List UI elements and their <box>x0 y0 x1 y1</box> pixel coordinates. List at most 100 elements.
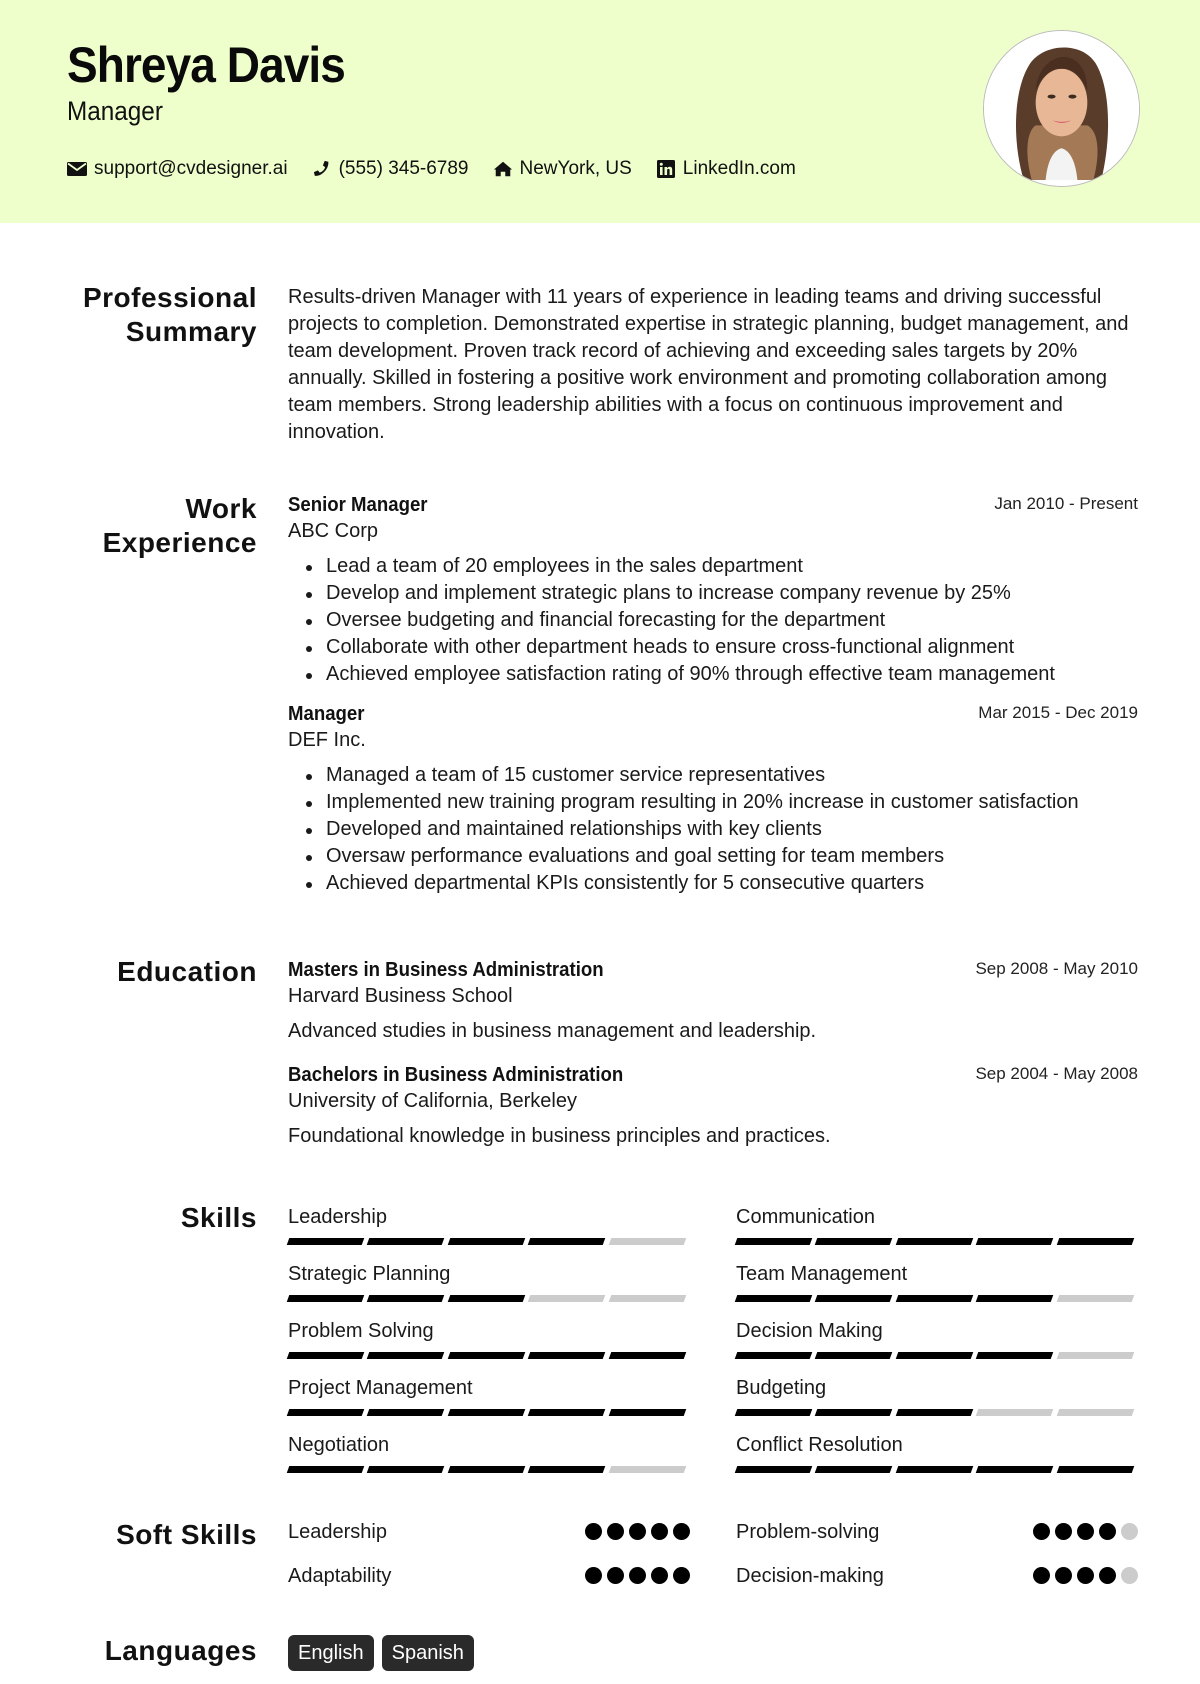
job-entry: Senior Manager Jan 2010 - Present ABC Co… <box>288 492 1138 688</box>
skill-name: Conflict Resolution <box>736 1434 903 1456</box>
skill-segment-filled <box>895 1466 974 1473</box>
skill-segment-empty <box>527 1295 606 1302</box>
linkedin-icon <box>656 160 676 178</box>
job-bullet: Lead a team of 20 employees in the sales… <box>288 553 1138 580</box>
skill-segment-filled <box>1056 1466 1135 1473</box>
rating-dot-filled <box>607 1523 624 1540</box>
soft-skill-rating <box>1028 1567 1138 1584</box>
skill-name: Negotiation <box>288 1434 390 1456</box>
skill-segment-empty <box>1056 1352 1135 1359</box>
soft-skill-item: Decision-making <box>736 1562 1138 1590</box>
skill-segment-filled <box>367 1409 446 1416</box>
skill-item: Problem Solving <box>286 1318 690 1359</box>
skill-segment-filled <box>895 1352 974 1359</box>
job-bullet: Achieved employee satisfaction rating of… <box>288 661 1138 688</box>
skill-segment-filled <box>734 1409 813 1416</box>
skill-item: Project Management <box>286 1375 690 1416</box>
skill-name: Strategic Planning <box>288 1263 451 1285</box>
contact-phone-text: (555) 345-6789 <box>338 158 469 179</box>
job-bullets: Managed a team of 15 customer service re… <box>288 762 1138 897</box>
skill-level-bar <box>734 1295 1138 1302</box>
contact-email[interactable]: support@cvdesigner.ai <box>67 158 288 180</box>
contact-phone[interactable]: (555) 345-6789 <box>312 158 469 180</box>
experience-heading: Work Experience <box>37 492 257 560</box>
skill-level-bar <box>286 1466 690 1473</box>
skill-segment-filled <box>815 1409 894 1416</box>
skill-segment-filled <box>815 1295 894 1302</box>
phone-icon <box>312 160 332 178</box>
soft-skill-rating <box>580 1523 690 1540</box>
profile-photo <box>983 30 1140 187</box>
language-badge: English <box>288 1635 374 1671</box>
skill-segment-filled <box>447 1295 526 1302</box>
skill-segment-filled <box>815 1352 894 1359</box>
rating-dot-filled <box>1055 1567 1072 1584</box>
languages-heading: Languages <box>104 1635 257 1666</box>
education-heading: Education <box>117 956 257 987</box>
contact-email-text: support@cvdesigner.ai <box>94 158 288 179</box>
skill-segment-filled <box>734 1466 813 1473</box>
skill-segment-filled <box>895 1295 974 1302</box>
skill-item: Communication <box>734 1204 1138 1245</box>
skill-segment-filled <box>608 1409 687 1416</box>
contact-linkedin[interactable]: LinkedIn.com <box>656 158 796 180</box>
soft-skill-item: Adaptability <box>288 1562 690 1590</box>
rating-dot-filled <box>1077 1523 1094 1540</box>
skill-segment-filled <box>527 1238 606 1245</box>
contact-location-text: NewYork, US <box>519 158 632 179</box>
skill-segment-filled <box>895 1409 974 1416</box>
skill-name: Decision Making <box>736 1320 883 1342</box>
skill-segment-filled <box>286 1466 365 1473</box>
skill-item: Team Management <box>734 1261 1138 1302</box>
experience-heading-line1: Work <box>185 493 257 524</box>
skills-list: Leadership Communication Strategic Plannin… <box>286 1204 1138 1484</box>
school-name: University of California, Berkeley <box>288 1090 577 1112</box>
skill-level-bar <box>734 1466 1138 1473</box>
skill-segment-filled <box>975 1238 1054 1245</box>
job-entry: Manager Mar 2015 - Dec 2019 DEF Inc. Man… <box>288 701 1138 897</box>
skill-item: Decision Making <box>734 1318 1138 1359</box>
skill-segment-filled <box>527 1352 606 1359</box>
skill-segment-empty <box>608 1238 687 1245</box>
skill-segment-filled <box>367 1466 446 1473</box>
degree-title: Masters in Business Administration <box>288 959 604 981</box>
contact-info: support@cvdesigner.ai (555) 345-6789 New… <box>67 158 820 180</box>
rating-dot-filled <box>585 1567 602 1584</box>
skill-segment-filled <box>734 1295 813 1302</box>
summary-heading-line1: Professional <box>82 282 257 313</box>
skill-segment-filled <box>447 1238 526 1245</box>
skill-segment-filled <box>975 1352 1054 1359</box>
skill-segment-empty <box>608 1295 687 1302</box>
job-bullet: Develop and implement strategic plans to… <box>288 580 1138 607</box>
skill-segment-filled <box>815 1238 894 1245</box>
job-bullet: Implemented new training program resulti… <box>288 789 1138 816</box>
job-title: Manager <box>288 703 365 725</box>
skill-level-bar <box>734 1352 1138 1359</box>
rating-dot-filled <box>629 1567 646 1584</box>
languages-list: English Spanish <box>288 1635 1138 1671</box>
rating-dot-filled <box>1055 1523 1072 1540</box>
skill-segment-empty <box>1056 1295 1135 1302</box>
education-entry: Masters in Business Administration Sep 2… <box>288 957 1138 1045</box>
rating-dot-filled <box>651 1523 668 1540</box>
summary-heading-line2: Summary <box>125 316 257 347</box>
skill-item: Conflict Resolution <box>734 1432 1138 1473</box>
rating-dot-filled <box>1099 1567 1116 1584</box>
candidate-role: Manager <box>67 96 163 126</box>
rating-dot-filled <box>1077 1567 1094 1584</box>
skill-item: Strategic Planning <box>286 1261 690 1302</box>
summary-text: Results-driven Manager with 11 years of … <box>288 286 1129 443</box>
job-title: Senior Manager <box>288 494 428 516</box>
summary-heading: Professional Summary <box>37 281 257 349</box>
rating-dot-filled <box>1099 1523 1116 1540</box>
skill-segment-empty <box>975 1409 1054 1416</box>
rating-dot-filled <box>1033 1523 1050 1540</box>
rating-dot-filled <box>651 1567 668 1584</box>
envelope-icon <box>67 160 87 178</box>
job-company: DEF Inc. <box>288 729 366 751</box>
contact-linkedin-text: LinkedIn.com <box>682 158 796 179</box>
job-dates: Mar 2015 - Dec 2019 <box>978 703 1138 722</box>
skill-level-bar <box>286 1295 690 1302</box>
soft-skills-heading: Soft Skills <box>116 1519 257 1550</box>
skill-segment-filled <box>286 1352 365 1359</box>
